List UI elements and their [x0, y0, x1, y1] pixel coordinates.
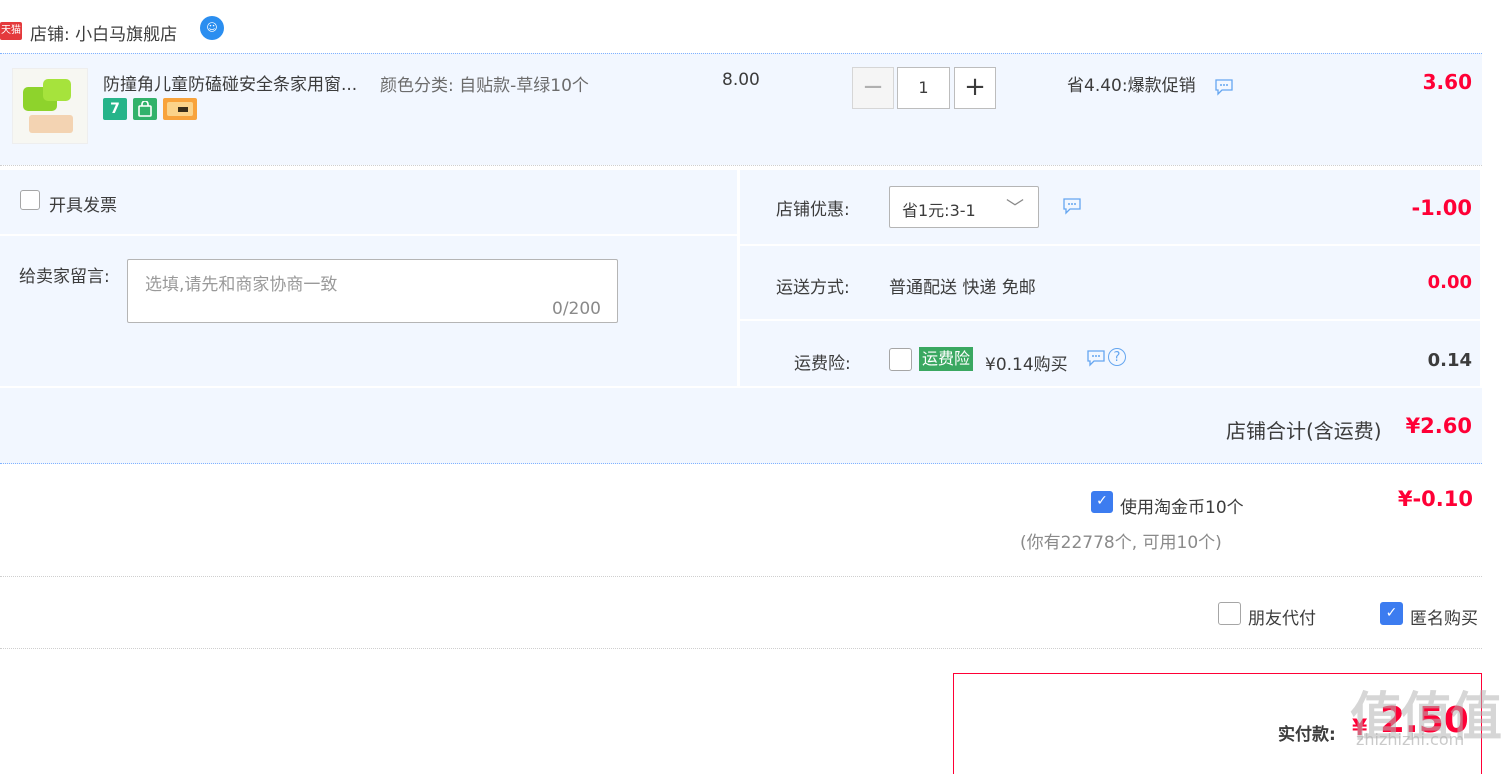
insurance-label: 运费险:: [794, 354, 851, 374]
message-label: 给卖家留言:: [19, 267, 110, 287]
divider: [0, 648, 1482, 649]
insurance-price: ¥0.14购买: [985, 355, 1068, 375]
promotion-chat-icon[interactable]: [1214, 78, 1234, 100]
insurance-amount: 0.14: [1427, 350, 1472, 371]
item-total-price: 3.60: [1422, 70, 1472, 94]
anonymous-label[interactable]: 匿名购买: [1410, 604, 1478, 629]
wangwang-chat-icon[interactable]: ☺: [200, 16, 224, 40]
insurance-chat-icon[interactable]: [1086, 349, 1106, 371]
divider: [0, 576, 1482, 577]
product-title-link[interactable]: 防撞角儿童防磕碰安全条家用窗...: [103, 70, 373, 95]
promotion-text: 省4.40:爆款促销: [1067, 76, 1196, 96]
shipping-amount: 0.00: [1427, 272, 1472, 293]
friend-pay-label[interactable]: 朋友代付: [1248, 604, 1316, 629]
product-thumbnail[interactable]: [12, 68, 88, 144]
seven-day-return-icon[interactable]: 7: [103, 98, 127, 120]
discount-amount: -1.00: [1411, 196, 1472, 220]
subtotal-amount: ¥2.60: [1405, 414, 1472, 438]
shipping-label: 运送方式:: [776, 278, 850, 298]
credit-card-service-icon[interactable]: [163, 98, 197, 120]
coins-checkbox[interactable]: ✓: [1091, 491, 1113, 513]
discount-chat-icon[interactable]: [1062, 197, 1082, 219]
friend-pay-checkbox[interactable]: [1218, 602, 1241, 625]
coins-note: (你有22778个, 可用10个): [1020, 533, 1222, 553]
coins-label[interactable]: 使用淘金币10个: [1120, 493, 1244, 518]
insurance-checkbox[interactable]: [889, 348, 912, 371]
store-name[interactable]: 小白马旗舰店: [75, 25, 177, 45]
shipping-panel: [740, 246, 1480, 319]
help-icon[interactable]: ?: [1108, 348, 1126, 366]
discount-panel: [740, 170, 1480, 244]
watermark-url: zhizhizhi.com: [1356, 730, 1465, 749]
sku-value: 自贴款-草绿10个: [459, 76, 589, 96]
sku-label: 颜色分类:: [380, 76, 454, 96]
sku-info: 颜色分类: 自贴款-草绿10个: [380, 71, 589, 96]
payment-label: 实付款:: [1278, 725, 1336, 745]
unit-price: 8.00: [722, 70, 760, 90]
discount-selected-value: 省1元:3-1: [902, 201, 976, 220]
quantity-decrease-button[interactable]: −: [852, 67, 894, 109]
message-char-counter: 0/200: [552, 299, 601, 319]
quantity-increase-button[interactable]: +: [954, 67, 996, 109]
discount-label: 店铺优惠:: [776, 200, 850, 220]
message-placeholder: 选填,请先和商家协商一致: [145, 275, 338, 295]
invoice-checkbox[interactable]: [20, 190, 40, 210]
store-title[interactable]: 店铺: 小白马旗舰店: [30, 20, 177, 45]
anonymous-checkbox[interactable]: ✓: [1380, 602, 1403, 625]
chevron-down-icon: ﹀: [1006, 198, 1024, 219]
quantity-input[interactable]: 1: [897, 67, 950, 109]
subtotal-label: 店铺合计(含运费): [1226, 419, 1382, 443]
invoice-label[interactable]: 开具发票: [49, 191, 117, 216]
insurance-tag: 运费险: [919, 347, 974, 371]
shipping-method: 普通配送 快递 免邮: [889, 278, 1036, 298]
store-label: 店铺:: [30, 25, 70, 45]
coins-amount: ¥-0.10: [1397, 487, 1473, 511]
shopping-bag-service-icon[interactable]: [133, 98, 157, 120]
tmall-badge: 天猫: [0, 22, 22, 40]
divider: [0, 165, 1482, 166]
